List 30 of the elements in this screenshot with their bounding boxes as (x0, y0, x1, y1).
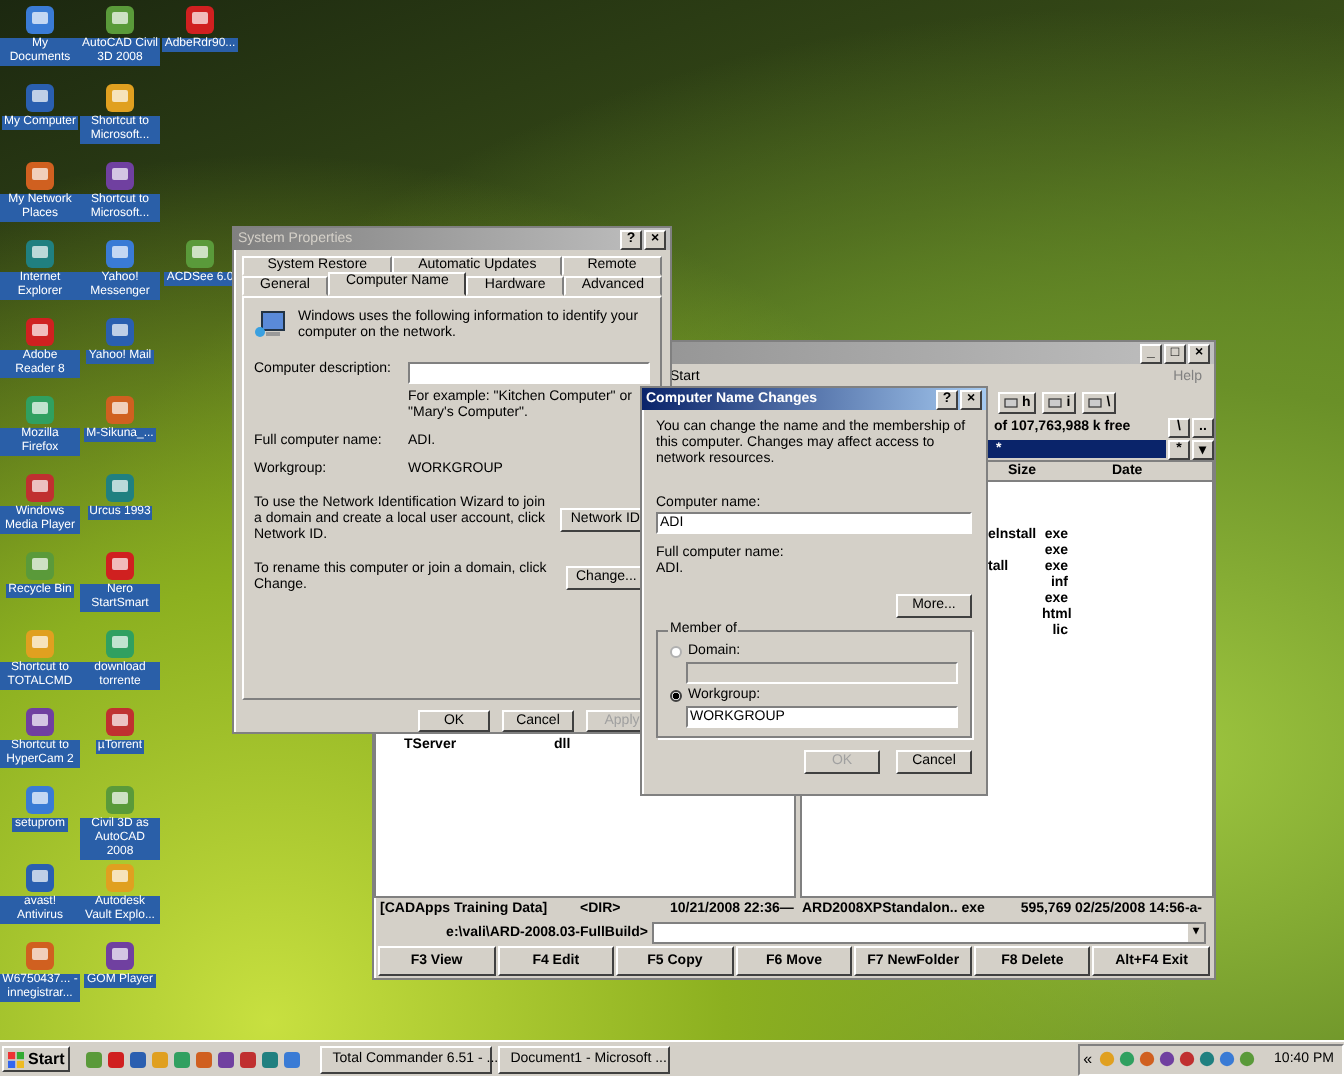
description-field[interactable] (408, 362, 650, 384)
app-icon[interactable] (24, 160, 56, 192)
quick-launch-icon[interactable] (128, 1049, 149, 1069)
quick-launch-icon[interactable] (260, 1049, 281, 1069)
drive-icon (1048, 397, 1063, 407)
app-icon[interactable] (104, 238, 136, 270)
windows-logo-icon (8, 1051, 24, 1067)
quick-launch-icon[interactable] (106, 1049, 127, 1069)
drive-icon (1088, 397, 1103, 407)
quick-launch-icon[interactable] (194, 1049, 215, 1069)
start-button[interactable]: Start (2, 1046, 71, 1072)
quick-launch-icon[interactable] (84, 1049, 105, 1069)
app-icon[interactable] (24, 82, 56, 114)
quick-launch-icon[interactable] (282, 1049, 303, 1069)
computer-icon (254, 310, 286, 342)
app-icon[interactable] (104, 160, 136, 192)
quick-launch-icon[interactable] (216, 1049, 237, 1069)
app-icon[interactable] (24, 4, 56, 36)
app-icon[interactable] (184, 4, 216, 36)
quick-launch-icon[interactable] (238, 1049, 259, 1069)
tray-expand-button[interactable]: « (1083, 1050, 1093, 1068)
drive-icon (1004, 397, 1018, 407)
quick-launch-icon[interactable] (172, 1049, 193, 1069)
app-icon[interactable] (184, 238, 216, 270)
app-icon[interactable] (104, 82, 136, 114)
radio-button[interactable] (670, 646, 682, 658)
radio-button[interactable] (670, 690, 682, 702)
app-icon[interactable] (24, 238, 56, 270)
input-field[interactable] (686, 662, 958, 684)
app-icon[interactable] (104, 4, 136, 36)
